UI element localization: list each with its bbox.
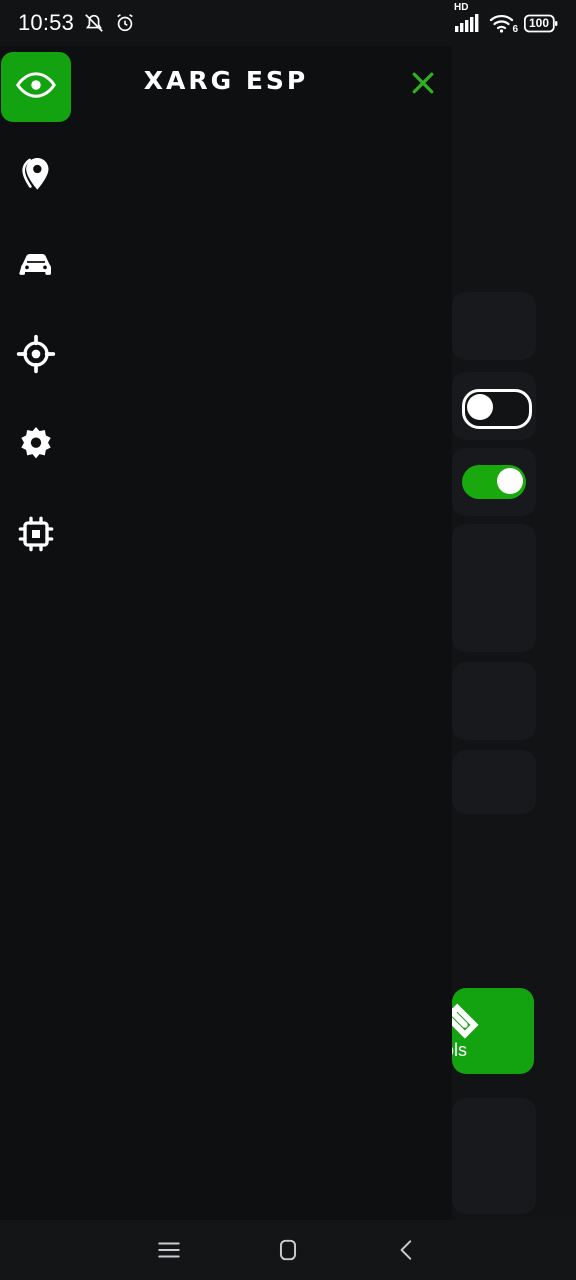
status-bar-right: HD 6 100 [454, 2, 558, 35]
status-bar-left: 10:53 [18, 10, 136, 36]
bg-card-2 [452, 372, 536, 440]
sidebar-item-settings[interactable] [0, 410, 72, 482]
bg-toggle-off[interactable] [462, 389, 532, 429]
sidebar-item-memory[interactable] [0, 500, 72, 572]
battery-percent-label: 100 [529, 16, 550, 30]
close-icon[interactable] [400, 60, 446, 106]
phone-screen: P 11 ols 10:53 [0, 0, 576, 1280]
location-pin-icon [16, 154, 56, 199]
sidebar-item-esp[interactable] [1, 52, 71, 122]
sidebar [0, 46, 72, 572]
cpu-chip-icon [16, 514, 56, 559]
bg-card-4: P [452, 524, 536, 652]
wifi-icon: 6 [489, 13, 518, 35]
back-icon[interactable] [378, 1227, 436, 1273]
aim-target-icon [16, 334, 56, 379]
bg-card-3 [452, 448, 536, 516]
bg-card-5: 11 [452, 662, 536, 740]
status-time: 10:53 [18, 10, 75, 35]
sidebar-item-location[interactable] [0, 140, 72, 212]
sidebar-item-aim[interactable] [0, 320, 72, 392]
car-icon [16, 244, 56, 289]
bg-toggle-on[interactable] [462, 465, 526, 499]
battery-icon: 100 [524, 14, 558, 33]
gear-icon [16, 424, 56, 469]
bg-tools-tile[interactable]: ols [443, 988, 534, 1074]
status-bar: 10:53 HD 6 100 [0, 0, 576, 46]
sidebar-item-vehicle[interactable] [0, 230, 72, 302]
bg-card-1 [452, 292, 536, 360]
wifi-gen-label: 6 [512, 24, 518, 35]
alarm-icon [114, 12, 136, 34]
bg-card-7 [452, 1098, 536, 1214]
signal-hd-label: HD [454, 2, 469, 13]
signal-icon: HD [454, 2, 480, 33]
home-icon[interactable] [259, 1227, 317, 1273]
mute-icon [83, 12, 105, 34]
eye-icon [15, 64, 57, 111]
bg-card-6 [452, 750, 536, 814]
recents-icon[interactable] [140, 1227, 198, 1273]
android-nav-bar [0, 1220, 576, 1280]
